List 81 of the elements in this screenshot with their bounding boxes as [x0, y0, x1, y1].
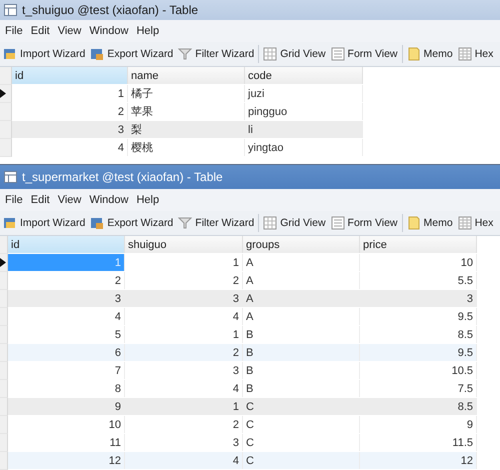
window-title: t_shuiguo @test (xiaofan) - Table — [22, 3, 198, 17]
table-cell: 3 — [8, 290, 125, 307]
table-cell: 樱桃 — [128, 139, 245, 156]
table-cell: 3 — [360, 290, 477, 307]
column-header[interactable]: name — [128, 67, 245, 84]
menu-item[interactable]: View — [58, 194, 82, 206]
toolbar-button[interactable]: Import Wizard — [2, 47, 86, 61]
grid-icon — [263, 47, 278, 61]
toolbar-button[interactable]: Filter Wizard — [177, 47, 256, 61]
table-cell: 1 — [125, 398, 243, 415]
window-title: t_supermarket @test (xiaofan) - Table — [22, 170, 223, 184]
table-cell: C — [243, 398, 360, 415]
menu-item[interactable]: Help — [136, 25, 160, 37]
toolbar-button[interactable]: Hex — [456, 47, 494, 61]
current-row-icon — [0, 89, 6, 98]
table-cell: 6 — [8, 344, 125, 361]
note-icon — [406, 47, 421, 61]
menu-item[interactable]: Edit — [30, 25, 50, 37]
table-cell: 9.5 — [360, 344, 477, 361]
column-header[interactable]: price — [360, 236, 477, 253]
toolbar-button[interactable]: Grid View — [262, 216, 327, 230]
menu-item[interactable]: Help — [136, 194, 160, 206]
table-cell: 梨 — [128, 121, 245, 138]
table-cell: 1 — [8, 254, 125, 271]
table-cell: 9 — [8, 398, 125, 415]
table-cell: 12 — [8, 452, 125, 469]
table-cell: 橘子 — [128, 85, 245, 102]
export-icon — [90, 216, 104, 230]
table-cell: A — [243, 290, 360, 307]
table-cell: 12 — [360, 452, 477, 469]
toolbar-button[interactable]: Grid View — [262, 47, 327, 61]
table-cell: C — [243, 452, 360, 469]
grid-icon — [263, 216, 278, 230]
menu-item[interactable]: File — [5, 25, 23, 37]
table-cell: 4 — [125, 452, 243, 469]
filter-icon — [178, 216, 192, 230]
toolbar-button[interactable]: Form View — [330, 216, 399, 230]
menu-item[interactable]: Edit — [30, 194, 50, 206]
filter-icon — [178, 47, 192, 61]
table-cell: A — [243, 272, 360, 289]
table-cell: 3 — [125, 290, 243, 307]
current-row-icon — [0, 258, 6, 267]
hex-grid-icon — [458, 216, 472, 230]
toolbar-button[interactable]: Export Wizard — [89, 216, 174, 230]
row-indicator[interactable] — [0, 85, 12, 103]
menu-item[interactable]: Window — [89, 194, 128, 206]
table-cell: B — [243, 344, 360, 361]
toolbar-button[interactable]: Memo — [406, 47, 454, 61]
toolbar-button[interactable]: Import Wizard — [2, 216, 86, 230]
table-cell: 苹果 — [128, 103, 245, 120]
form-icon — [330, 47, 345, 61]
import-icon — [3, 216, 17, 230]
menu-item[interactable]: View — [58, 25, 82, 37]
note-icon — [406, 216, 421, 230]
menu-item[interactable]: File — [5, 194, 23, 206]
column-header[interactable]: id — [8, 236, 125, 253]
table-cell: A — [243, 254, 360, 271]
column-header[interactable]: shuiguo — [125, 236, 243, 253]
toolbar-button[interactable]: Memo — [406, 216, 454, 230]
table-cell: A — [243, 308, 360, 325]
form-icon — [330, 216, 345, 230]
toolbar-button[interactable]: Filter Wizard — [177, 216, 256, 230]
table-cell: yingtao — [245, 139, 363, 156]
toolbar-button[interactable]: Form View — [330, 47, 399, 61]
table-cell: li — [245, 121, 363, 138]
table-cell: 8.5 — [360, 398, 477, 415]
column-header[interactable]: id — [12, 67, 128, 84]
column-header[interactable]: groups — [243, 236, 360, 253]
table-cell: 3 — [12, 121, 128, 138]
table-cell: 2 — [125, 344, 243, 361]
toolbar-button[interactable]: Hex — [456, 216, 494, 230]
table-icon — [4, 171, 17, 183]
menu-item[interactable]: Window — [89, 25, 128, 37]
export-icon — [90, 47, 104, 61]
column-header[interactable]: code — [245, 67, 363, 84]
toolbar-button[interactable]: Export Wizard — [89, 47, 174, 61]
row-indicator[interactable] — [0, 254, 8, 272]
table-cell: juzi — [245, 85, 363, 102]
import-icon — [3, 47, 17, 61]
table-icon — [4, 4, 17, 16]
hex-grid-icon — [458, 47, 472, 61]
